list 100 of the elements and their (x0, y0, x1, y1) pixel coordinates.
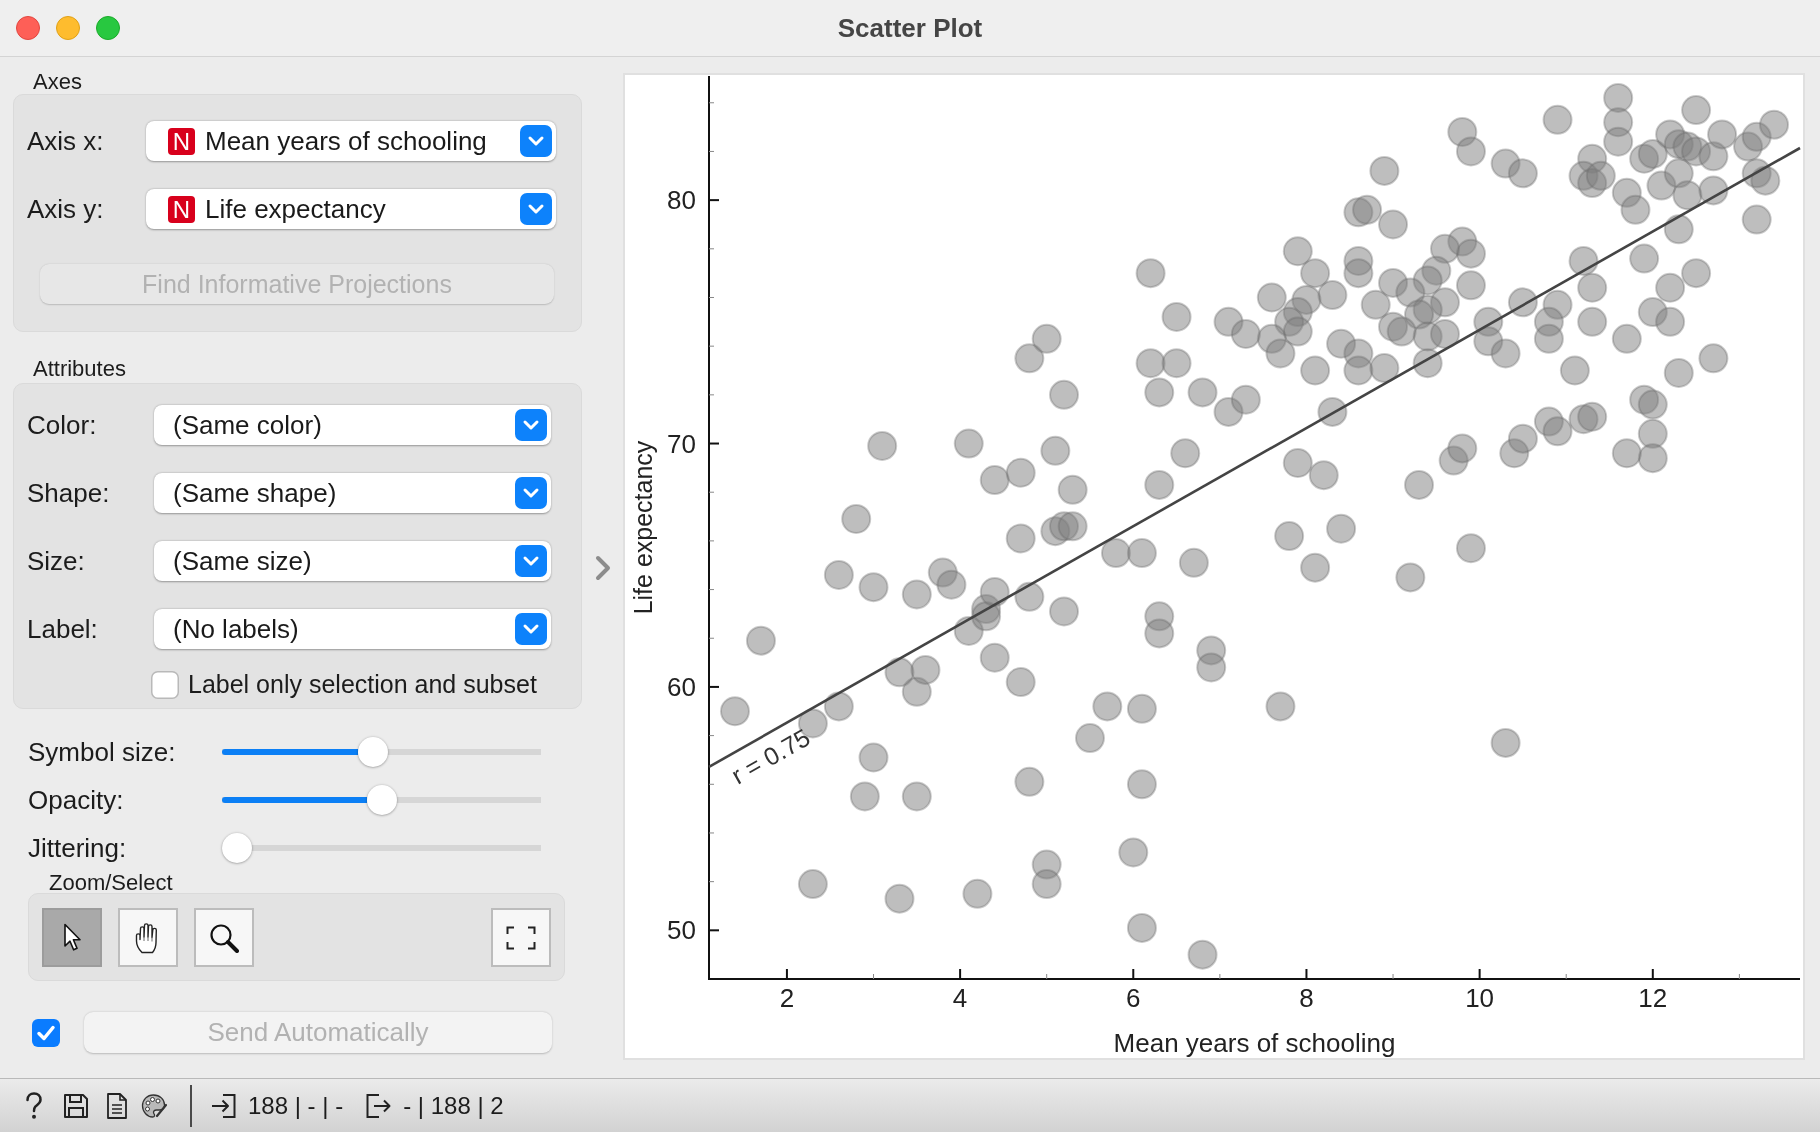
data-point (1698, 343, 1729, 374)
save-icon[interactable] (63, 1092, 89, 1119)
data-point (1455, 533, 1486, 564)
status-text: 188 | - | - (248, 1091, 344, 1120)
data-point (910, 654, 941, 685)
chevron-down-icon[interactable] (515, 477, 547, 509)
data-point (1196, 652, 1227, 683)
chevron-down-icon[interactable] (520, 193, 552, 225)
data-point (1655, 306, 1686, 337)
tick-label: 4 (952, 983, 968, 1013)
data-point (1507, 287, 1538, 318)
data-point (1490, 338, 1521, 369)
data-point (953, 428, 984, 459)
document-icon[interactable] (106, 1092, 128, 1119)
data-point (1629, 243, 1660, 274)
data-point (884, 883, 915, 914)
data-point (1126, 912, 1157, 943)
chevron-down-icon[interactable] (520, 125, 552, 157)
tick-label: 8 (1299, 983, 1314, 1013)
window-close-button[interactable] (16, 16, 40, 40)
data-point (1360, 289, 1391, 320)
data-point (1100, 538, 1131, 569)
field-label: Size: (27, 545, 86, 577)
axis-title: Mean years of schooling (1113, 1028, 1396, 1058)
slider-handle[interactable] (357, 737, 388, 767)
magnifier-icon (209, 922, 239, 953)
checkbox-label[interactable]: Label only selection and subset (188, 670, 537, 699)
data-point (1031, 869, 1062, 900)
data-point (1490, 727, 1521, 758)
type-badge: N (168, 195, 195, 223)
data-point (1317, 396, 1348, 427)
data-point (1213, 396, 1244, 427)
dropdown[interactable]: N Life expectancy (146, 189, 556, 229)
import-arrow-icon (211, 1092, 237, 1119)
data-point (1135, 348, 1166, 379)
data-point (1412, 348, 1443, 379)
data-point (1282, 448, 1313, 478)
data-point (1421, 255, 1452, 286)
palette-icon[interactable] (141, 1092, 167, 1119)
data-point (823, 691, 854, 722)
dropdown[interactable]: N Mean years of schooling (146, 121, 556, 161)
data-point (962, 878, 993, 909)
chevron-down-icon[interactable] (515, 613, 547, 645)
data-point (936, 569, 967, 600)
data-point (1326, 513, 1357, 544)
chevron-down-icon[interactable] (515, 409, 547, 441)
data-point (1386, 316, 1417, 347)
slider-label: Opacity: (28, 784, 125, 816)
data-point (1075, 723, 1105, 754)
data-point (1447, 117, 1478, 147)
data-point (1126, 769, 1157, 800)
checkbox[interactable] (151, 670, 179, 699)
data-point (1611, 323, 1642, 354)
data-point (1559, 355, 1590, 386)
section-title: Axes (32, 70, 83, 94)
field-label: Label: (27, 613, 99, 645)
data-point (1438, 445, 1469, 476)
data-point (884, 657, 915, 688)
help-icon[interactable] (24, 1091, 44, 1120)
data-point (867, 430, 898, 461)
data-point (1655, 119, 1686, 150)
data-point (1378, 267, 1409, 298)
data-point (1603, 82, 1634, 113)
data-point (1282, 236, 1313, 267)
tick-label: 70 (667, 428, 696, 459)
data-point (1161, 301, 1192, 332)
data-point (1681, 95, 1712, 126)
data-point (1507, 158, 1538, 189)
data-point (1577, 272, 1608, 303)
tick-label: 60 (667, 671, 696, 702)
pan-tool-button[interactable] (118, 908, 178, 967)
data-point (1698, 141, 1729, 172)
field-label: Shape: (27, 477, 111, 509)
data-point (1040, 435, 1071, 466)
corner-brackets-icon (506, 925, 536, 950)
pointer-tool-button[interactable] (42, 908, 102, 967)
data-point (1568, 246, 1599, 276)
data-point (1178, 547, 1209, 578)
data-point (1282, 316, 1313, 347)
data-point (858, 742, 889, 773)
slider-handle[interactable] (366, 785, 397, 815)
chevron-down-icon[interactable] (515, 545, 547, 577)
window-minimize-button[interactable] (56, 16, 80, 40)
dropdown[interactable]: (Same color) (154, 405, 551, 445)
zoom-tool-button[interactable] (194, 908, 254, 967)
dropdown[interactable]: (Same size) (154, 541, 551, 581)
data-point (841, 504, 872, 534)
field-label: Color: (27, 409, 98, 441)
window-zoom-button[interactable] (96, 16, 120, 40)
slider-handle[interactable] (222, 833, 252, 863)
fit-view-button[interactable] (491, 908, 551, 967)
dropdown[interactable]: (No labels) (154, 609, 551, 649)
data-point (858, 572, 889, 603)
data-point (1300, 552, 1331, 583)
data-point (1230, 319, 1261, 349)
dropdown[interactable]: (Same shape) (154, 473, 551, 513)
data-point (1326, 328, 1357, 359)
data-point (901, 676, 932, 707)
chevron-right-icon[interactable] (594, 554, 611, 581)
data-point (927, 557, 958, 588)
